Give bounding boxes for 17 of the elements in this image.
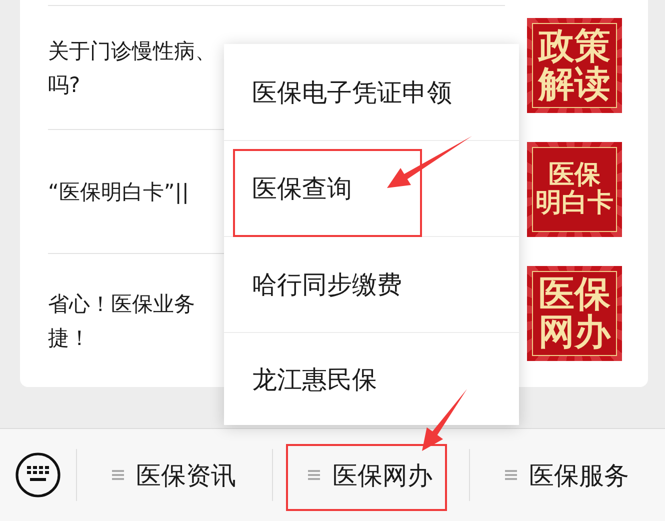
menu-item[interactable]: 哈行同步缴费	[252, 268, 402, 301]
article-title[interactable]: 关于门诊慢性病、 吗?	[48, 34, 216, 102]
keyboard-icon[interactable]	[15, 452, 61, 498]
menu-tab[interactable]: 医保服务	[504, 458, 629, 492]
article-title[interactable]: 省心！医保业务 捷！	[48, 286, 195, 354]
article-thumbnail[interactable]: 医保 网办	[527, 266, 622, 361]
menu-item[interactable]: 医保电子凭证申领	[252, 76, 452, 108]
article-thumbnail[interactable]: 医保 明白卡	[527, 142, 622, 237]
article-title[interactable]: “医保明白卡”||	[48, 174, 189, 208]
menu-tab[interactable]: 医保资讯	[112, 458, 236, 492]
menu-item[interactable]: 龙江惠民保	[252, 362, 377, 396]
menu-tab[interactable]: 医保网办	[308, 458, 432, 492]
menu-icon	[308, 469, 320, 481]
article-thumbnail[interactable]: 政策 解读	[527, 18, 622, 113]
menu-item[interactable]: 医保查询	[252, 172, 352, 205]
menu-icon	[112, 469, 124, 481]
menu-icon	[504, 469, 517, 481]
